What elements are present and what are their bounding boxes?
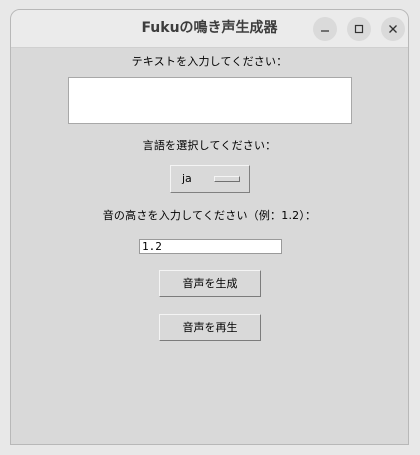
main-content: テキストを入力してください： 言語を選択してください： ja 音の高さを入力して…	[11, 48, 408, 444]
minimize-icon	[321, 30, 329, 32]
app-window: Fukuの鳴き声生成器 テキストを入力してください： 言語を選択してください： …	[10, 9, 409, 445]
pitch-label: 音の高さを入力してください（例：1.2）：	[102, 209, 317, 222]
close-icon	[389, 25, 397, 33]
language-select[interactable]: ja	[170, 165, 250, 193]
text-input[interactable]	[68, 77, 352, 124]
play-audio-button[interactable]: 音声を再生	[159, 314, 261, 341]
dropdown-indicator-icon	[214, 176, 240, 182]
pitch-input[interactable]: 1.2	[139, 239, 282, 254]
close-button[interactable]	[381, 17, 405, 41]
minimize-button[interactable]	[313, 17, 337, 41]
generate-audio-button[interactable]: 音声を生成	[159, 270, 261, 297]
text-input-label: テキストを入力してください：	[131, 55, 288, 68]
title-bar[interactable]: Fukuの鳴き声生成器	[11, 10, 408, 48]
maximize-icon	[354, 24, 364, 34]
language-selected-value: ja	[182, 172, 192, 185]
language-label: 言語を選択してください：	[142, 139, 277, 152]
maximize-button[interactable]	[347, 17, 371, 41]
